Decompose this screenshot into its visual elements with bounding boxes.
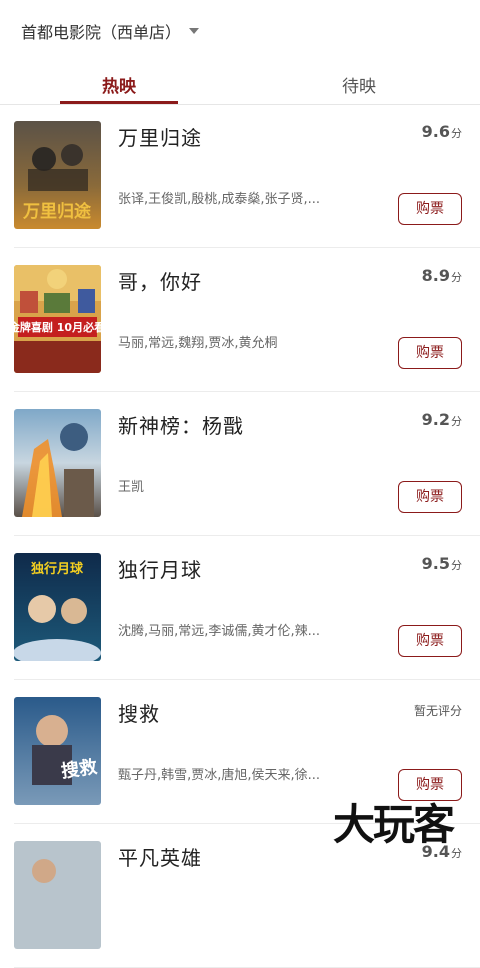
movie-cast: 张译,王俊凯,殷桃,成泰燊,张子贤,... xyxy=(118,192,321,207)
movie-title: 搜救 xyxy=(118,702,160,726)
buy-ticket-button[interactable]: 购票 xyxy=(398,769,462,801)
movie-item[interactable]: 独行月球 独行月球 9.5分 沈腾,马丽,常远,李诚儒,黄才伦,辣... 购票 xyxy=(14,536,480,680)
score-unit: 分 xyxy=(451,415,462,428)
movie-cast: 王凯 xyxy=(118,480,145,495)
movie-title: 平凡英雄 xyxy=(118,846,202,870)
movie-poster[interactable]: 独行月球 xyxy=(14,553,101,661)
movie-score: 9.6分 xyxy=(422,122,462,141)
movie-poster[interactable] xyxy=(14,409,101,517)
movie-score: 8.9分 xyxy=(422,266,462,285)
movie-title: 新神榜：杨戬 xyxy=(118,414,244,438)
score-value: 9.5 xyxy=(421,554,450,573)
movie-item[interactable]: 新神榜：杨戬 9.2分 王凯 购票 xyxy=(14,392,480,536)
movie-cast: 马丽,常远,魏翔,贾冰,黄允桐 xyxy=(118,336,278,351)
movie-poster[interactable]: 搜救 xyxy=(14,697,101,805)
movie-item[interactable]: 万里归途 万里归途 9.6分 张译,王俊凯,殷桃,成泰燊,张子贤,... 购票 xyxy=(14,104,480,248)
score-value: 8.9 xyxy=(421,266,450,285)
poster-title: 独行月球 xyxy=(31,561,84,577)
score-value: 9.6 xyxy=(421,122,450,141)
poster-title: 金牌喜剧 10月必看 xyxy=(14,320,101,334)
movie-score: 9.2分 xyxy=(422,410,462,429)
caret-down-icon xyxy=(189,28,200,34)
buy-ticket-button[interactable]: 购票 xyxy=(398,625,462,657)
tab-now-showing[interactable]: 热映 xyxy=(60,72,178,97)
movie-cast: 沈腾,马丽,常远,李诚儒,黄才伦,辣... xyxy=(118,624,321,639)
movie-item[interactable]: 金牌喜剧 10月必看 哥，你好 8.9分 马丽,常远,魏翔,贾冰,黄允桐 购票 xyxy=(14,248,480,392)
cinema-name: 首都电影院（西单店） xyxy=(21,23,182,42)
movie-title: 独行月球 xyxy=(118,558,202,582)
movie-score: 暂无评分 xyxy=(413,704,462,718)
score-unit: 分 xyxy=(451,127,462,140)
movie-poster[interactable]: 金牌喜剧 10月必看 xyxy=(14,265,101,373)
movie-poster[interactable] xyxy=(14,841,101,949)
score-unit: 分 xyxy=(451,271,462,284)
buy-ticket-button[interactable]: 购票 xyxy=(398,337,462,369)
movie-title: 哥，你好 xyxy=(118,270,202,294)
tab-coming-soon[interactable]: 待映 xyxy=(300,72,418,97)
movie-cast: 甄子丹,韩雪,贾冰,唐旭,侯天来,徐... xyxy=(118,768,321,783)
movie-score: 9.5分 xyxy=(422,554,462,573)
buy-ticket-button[interactable]: 购票 xyxy=(398,481,462,513)
header: 首都电影院（西单店） xyxy=(0,0,480,60)
cinema-selector[interactable]: 首都电影院（西单店） xyxy=(21,19,200,43)
tab-bar: 热映 待映 xyxy=(0,60,480,105)
score-value: 9.2 xyxy=(421,410,450,429)
buy-ticket-button[interactable]: 购票 xyxy=(398,193,462,225)
movie-title: 万里归途 xyxy=(118,126,202,150)
poster-title: 万里归途 xyxy=(22,201,92,222)
movie-poster[interactable]: 万里归途 xyxy=(14,121,101,229)
watermark-logo: 大玩客 xyxy=(333,800,455,849)
score-unit: 分 xyxy=(451,559,462,572)
